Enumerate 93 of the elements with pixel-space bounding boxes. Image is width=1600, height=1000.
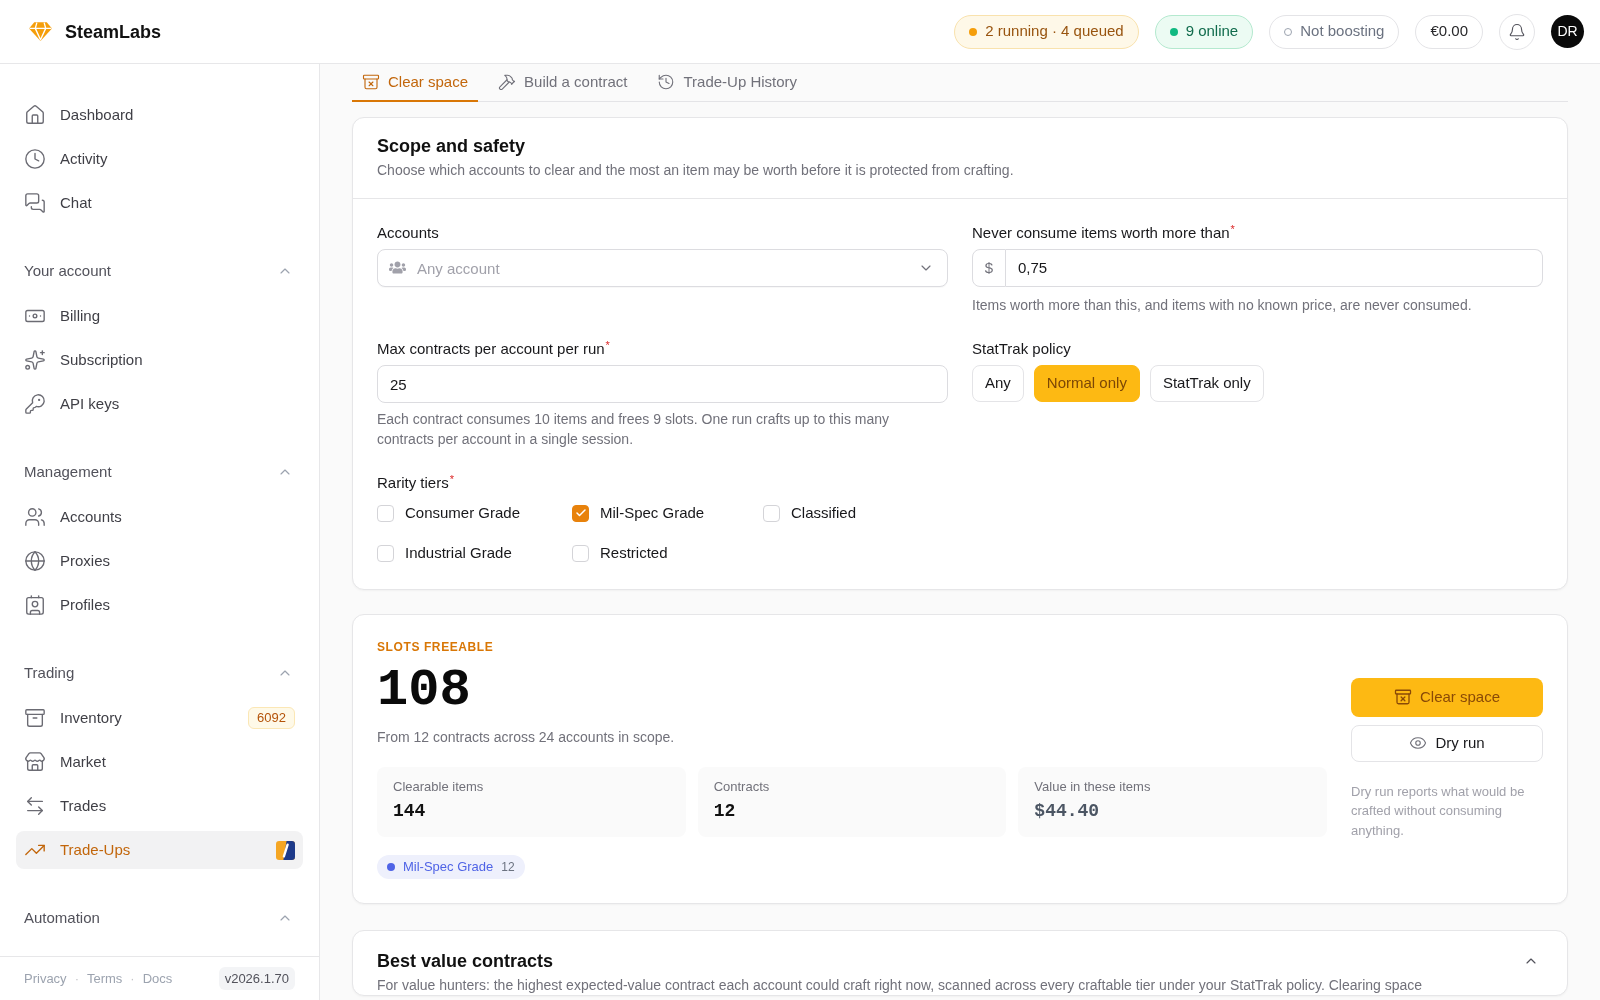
policy-option[interactable]: StatTrak only — [1149, 365, 1264, 402]
field-label: StatTrak policy — [972, 339, 1072, 359]
stat-value: $44.40 — [1034, 800, 1101, 823]
footer-separator: · — [130, 969, 135, 988]
globe-icon — [24, 550, 46, 572]
checkbox[interactable] — [377, 504, 394, 522]
status-ring-icon — [1284, 27, 1293, 36]
hammer-icon — [498, 73, 517, 91]
users-icon — [389, 259, 406, 276]
rarity-option[interactable]: Classified — [763, 501, 943, 525]
help-text: Each contract consumes 10 items and frees 9 slots. One run crafts up to this many contracts per account in a single session. — [377, 410, 891, 449]
slots-count: 108 — [377, 667, 472, 715]
clear-space-button[interactable]: Clear space — [1351, 677, 1543, 717]
sidebar-item[interactable]: Market — [16, 743, 303, 781]
tier-count: 12 — [501, 859, 515, 875]
archive-x-icon — [362, 73, 380, 91]
card-description: Choose which accounts to clear and the most an item may be worth before it is protected from crafting. — [377, 161, 1015, 180]
section-toggle[interactable]: Automation — [16, 908, 303, 928]
field-label: Never consume items worth more than$^{*}$ — [972, 223, 1236, 243]
card-description: For value hunters: the highest expected-value contract each account could craft right now, scanned across every craftable tier under your StatTrak policy. Clearing space — [377, 976, 1424, 995]
sparkles-icon — [24, 349, 46, 371]
notifications-button[interactable] — [1499, 13, 1535, 50]
bell-icon — [1508, 22, 1526, 41]
stat-label: Contracts — [713, 779, 771, 795]
rarity-option[interactable]: Industrial Grade — [377, 541, 572, 565]
card-title: Scope and safety — [377, 135, 527, 158]
card-title: Best value contracts — [377, 950, 554, 973]
sidebar-item[interactable]: Inventory 6092 — [16, 699, 303, 737]
sidebar-item[interactable]: Trade-Ups — [16, 831, 303, 869]
price-input[interactable]: 0,75 — [1006, 249, 1543, 287]
gem-icon — [28, 21, 53, 42]
tier-name: Mil-Spec Grade — [403, 858, 494, 877]
currency-prefix: $ — [972, 249, 1006, 287]
status-pill[interactable]: Not boosting — [1269, 14, 1400, 49]
sidebar-item[interactable]: API keys — [16, 385, 303, 423]
sidebar-item[interactable]: Trades — [16, 787, 303, 825]
status-pill[interactable]: 9 online — [1154, 14, 1254, 49]
stat-label: Clearable items — [393, 779, 485, 795]
section-toggle[interactable]: Management — [16, 462, 303, 482]
field-label: Accounts — [377, 223, 440, 243]
footer-separator: · — [74, 969, 79, 988]
sidebar-item[interactable]: Proxies — [16, 542, 303, 580]
field-label: Max contracts per account per run$^{*}$ — [377, 339, 611, 359]
max-contracts-input[interactable]: 25 — [377, 365, 948, 403]
rarity-option[interactable]: Restricted — [572, 541, 763, 565]
dry-run-note: Dry run reports what would be crafted without consuming anything. — [1351, 782, 1526, 840]
slots-label: SLOTS FREEABLE — [377, 639, 495, 655]
checkbox[interactable] — [763, 504, 780, 522]
dry-run-button[interactable]: Dry run — [1351, 724, 1543, 762]
brand-name: SteamLabs — [65, 20, 162, 44]
archive-icon — [24, 707, 46, 729]
balance-button[interactable]: €0.00 — [1415, 14, 1483, 49]
help-text: Items worth more than this, and items with no known price, are never consumed. — [972, 296, 1473, 315]
sidebar-item[interactable]: Accounts — [16, 498, 303, 536]
policy-option[interactable]: Normal only — [1033, 365, 1140, 402]
archive-x-icon — [1393, 688, 1412, 707]
tab[interactable]: Trade-Up History — [647, 64, 808, 102]
sidebar-item[interactable]: Activity — [16, 140, 303, 178]
store-icon — [24, 751, 46, 773]
version-label: v2026.1.70 — [218, 966, 295, 991]
accounts-select[interactable]: Any account — [377, 249, 948, 287]
checkbox[interactable] — [572, 504, 589, 522]
stat-value: 144 — [393, 800, 427, 823]
stat-label: Value in these items — [1034, 779, 1152, 795]
checkbox[interactable] — [572, 544, 589, 562]
section-toggle[interactable]: Your account — [16, 261, 303, 281]
slots-summary: From 12 contracts across 24 accounts in scope. — [377, 728, 676, 747]
item-count: 6092 — [248, 707, 295, 729]
stat-value: 12 — [713, 800, 737, 823]
users-icon — [24, 506, 46, 528]
rarity-option[interactable]: Mil-Spec Grade — [572, 501, 763, 525]
key-icon — [24, 393, 46, 415]
policy-option[interactable]: Any — [972, 365, 1024, 402]
tab[interactable]: Build a contract — [488, 64, 638, 102]
chat-bubbles-icon — [24, 192, 46, 214]
contact-card-icon — [24, 594, 46, 616]
sidebar-item[interactable]: Profiles — [16, 586, 303, 624]
section-toggle[interactable]: Trading — [16, 663, 303, 683]
avatar-button[interactable]: DR — [1551, 15, 1584, 48]
rarity-option[interactable]: Consumer Grade — [377, 501, 572, 525]
swap-arrows-icon — [24, 795, 46, 817]
field-label: Rarity tiers$^{*}$ — [377, 473, 455, 493]
status-pill[interactable]: 2 running · 4 queued — [954, 14, 1139, 49]
sidebar-item[interactable]: Subscription — [16, 341, 303, 379]
sidebar-item[interactable]: Billing — [16, 297, 303, 335]
history-icon — [657, 73, 676, 91]
tab[interactable]: Clear space — [352, 64, 479, 102]
clock-icon — [24, 148, 46, 170]
sidebar-item[interactable]: Dashboard — [16, 96, 303, 134]
check-icon — [574, 507, 587, 519]
checkbox[interactable] — [377, 544, 394, 562]
sidebar-item[interactable]: Chat — [16, 184, 303, 222]
house-icon — [24, 104, 46, 126]
